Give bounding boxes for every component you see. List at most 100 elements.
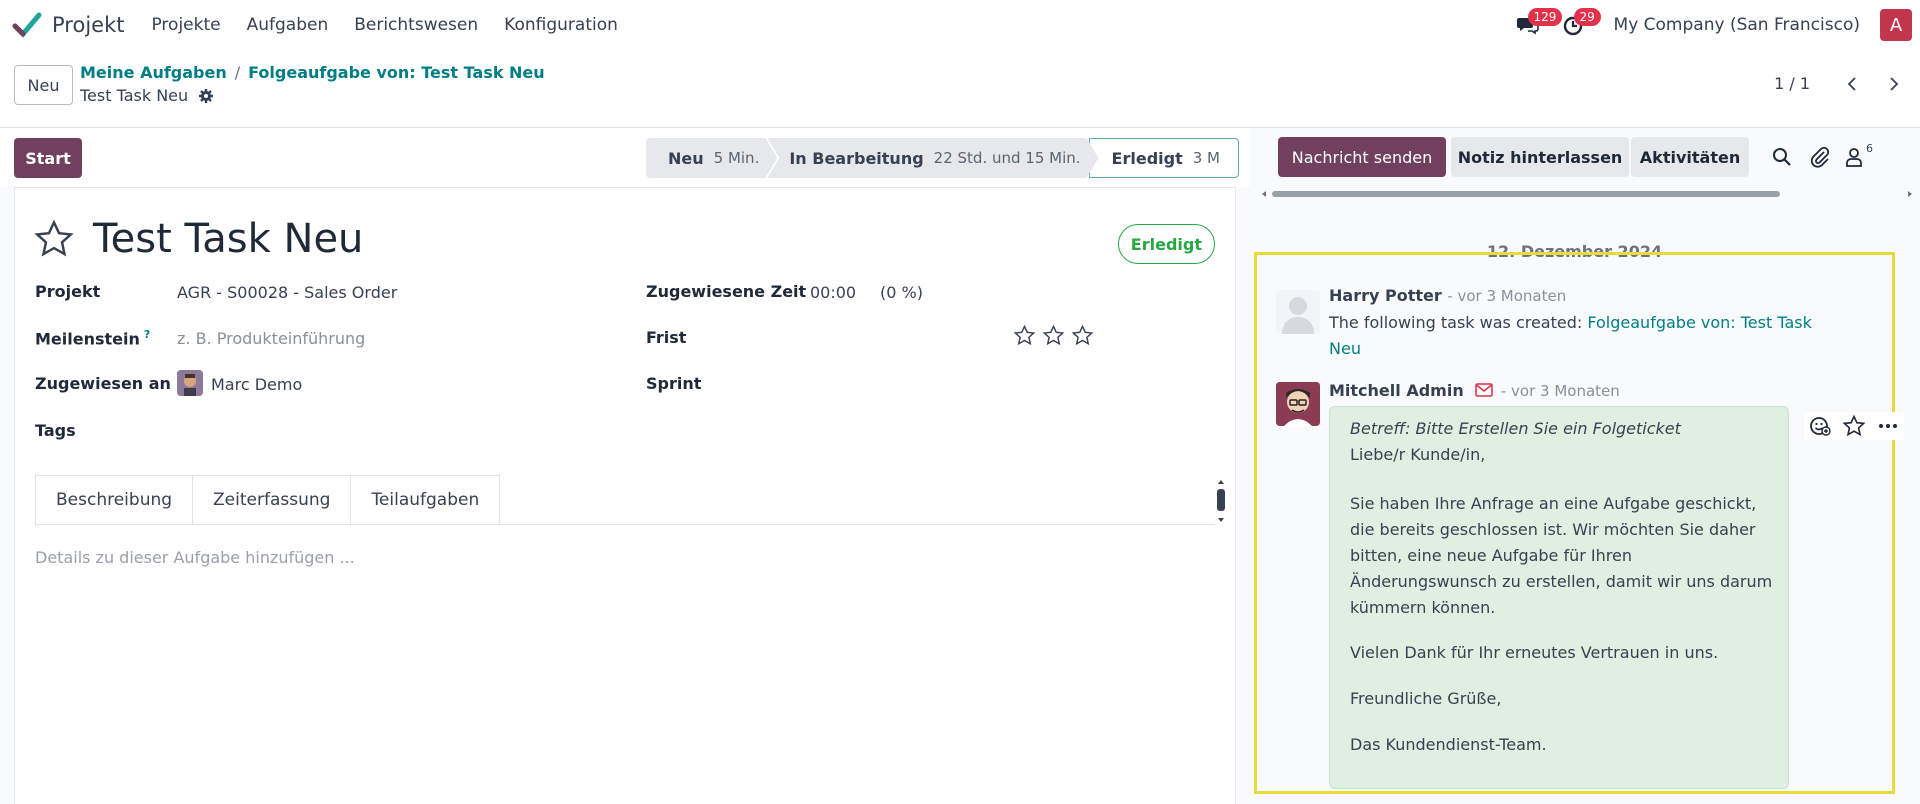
- search-icon[interactable]: [1770, 145, 1794, 169]
- message-text: The following task was created:: [1329, 313, 1583, 332]
- form-statusbar: Start Neu 5 Min. In Bearbeitung 22 Std. …: [0, 128, 1250, 186]
- tab-teilaufgaben[interactable]: Teilaufgaben: [351, 475, 501, 525]
- deadline-label: Frist: [646, 328, 687, 347]
- breadcrumb-separator: /: [234, 63, 241, 82]
- message-author[interactable]: Mitchell Admin - vor 3 Monaten: [1329, 381, 1620, 400]
- stage-erledigt[interactable]: Erledigt 3 M: [1088, 138, 1239, 178]
- priority-star-icon[interactable]: [1071, 324, 1094, 347]
- company-switcher[interactable]: My Company (San Francisco): [1614, 15, 1860, 35]
- notebook-tabs: Beschreibung Zeiterfassung Teilaufgaben: [35, 475, 501, 525]
- user-avatar[interactable]: A: [1880, 9, 1912, 41]
- menu-projekte[interactable]: Projekte: [151, 15, 220, 35]
- priority-widget: [1013, 324, 1094, 347]
- harry-potter-avatar[interactable]: [1276, 290, 1320, 334]
- email-signature: Das Kundendienst-Team.: [1350, 735, 1547, 754]
- menu-berichtswesen[interactable]: Berichtswesen: [354, 15, 478, 35]
- favorite-star-icon[interactable]: [33, 218, 75, 260]
- project-label: Projekt: [35, 282, 101, 301]
- app-logo-icon: [12, 12, 42, 38]
- author-name: Mitchell Admin: [1329, 381, 1464, 400]
- breadcrumb: Meine Aufgaben / Folgeaufgabe von: Test Ta…: [80, 63, 545, 82]
- chatter-topbar: Nachricht senden Notiz hinterlassen Akti…: [1254, 128, 1920, 198]
- task-title[interactable]: Test Task Neu: [93, 216, 363, 262]
- pager-value[interactable]: 1 / 1: [1774, 74, 1810, 93]
- message-date: - vor 3 Monaten: [1500, 382, 1620, 400]
- description-editor[interactable]: Details zu dieser Aufgabe hinzufügen ...: [35, 548, 355, 567]
- activities-button[interactable]: Aktivitäten: [1631, 137, 1749, 177]
- followers-icon[interactable]: [1842, 145, 1866, 169]
- stage-duration: 5 Min.: [713, 149, 760, 167]
- star-icon[interactable]: [1842, 414, 1866, 438]
- assignee-field[interactable]: Marc Demo: [211, 375, 302, 394]
- project-field[interactable]: AGR - S00028 - Sales Order: [177, 283, 397, 302]
- tab-beschreibung[interactable]: Beschreibung: [35, 475, 194, 525]
- start-button[interactable]: Start: [14, 138, 82, 178]
- allocated-time-label: Zugewiesene Zeit: [646, 282, 807, 301]
- activities-badge: 29: [1573, 8, 1601, 26]
- tab-zeiterfassung[interactable]: Zeiterfassung: [193, 475, 352, 525]
- pager-previous-button[interactable]: [1840, 70, 1864, 98]
- menu-aufgaben[interactable]: Aufgaben: [247, 15, 329, 35]
- priority-star-icon[interactable]: [1042, 324, 1065, 347]
- send-message-button[interactable]: Nachricht senden: [1278, 137, 1446, 177]
- top-navbar: Projekt Projekte Aufgaben Berichtswesen …: [0, 0, 1920, 50]
- stage-name: Neu: [668, 148, 704, 168]
- email-closing: Freundliche Grüße,: [1350, 689, 1502, 708]
- vertical-scrollbar[interactable]: [1215, 478, 1227, 524]
- email-subject: Betreff: Bitte Erstellen Sie ein Folgeti…: [1350, 419, 1681, 438]
- assigned-label: Zugewiesen an: [35, 374, 171, 393]
- more-actions-icon[interactable]: [1876, 414, 1900, 438]
- app-brand[interactable]: Projekt: [12, 10, 138, 40]
- horizontal-scrollbar-thumb[interactable]: [1272, 191, 1780, 197]
- stage-duration: 22 Std. und 15 Min.: [933, 149, 1081, 167]
- mitchell-admin-avatar[interactable]: [1276, 382, 1320, 426]
- chevron-right-icon: [1890, 77, 1899, 91]
- email-body: Sie haben Ihre Anfrage an eine Aufgabe g…: [1350, 494, 1773, 617]
- stage-in-bearbeitung[interactable]: In Bearbeitung 22 Std. und 15 Min.: [767, 138, 1098, 178]
- priority-star-icon[interactable]: [1013, 324, 1036, 347]
- add-reaction-icon[interactable]: [1808, 414, 1832, 438]
- activity-menu[interactable]: 29: [1554, 0, 1601, 50]
- app-name: Projekt: [52, 13, 125, 37]
- message-author[interactable]: Harry Potter - vor 3 Monaten: [1329, 286, 1566, 305]
- stage-name: Erledigt: [1111, 148, 1183, 168]
- control-panel: Neu Meine Aufgaben / Folgeaufgabe von: Tes…: [0, 50, 1920, 128]
- gear-icon[interactable]: [198, 88, 214, 104]
- breadcrumb-current: Test Task Neu: [80, 86, 214, 105]
- log-note-button[interactable]: Notiz hinterlassen: [1451, 137, 1629, 177]
- allocated-time-field[interactable]: 00:00: [810, 283, 856, 302]
- milestone-label-text: Meilenstein: [35, 329, 140, 349]
- author-name: Harry Potter: [1329, 286, 1442, 305]
- email-message-bubble: Betreff: Bitte Erstellen Sie ein Folgeti…: [1329, 406, 1789, 789]
- milestone-field[interactable]: z. B. Produkteinführung: [177, 329, 365, 348]
- current-record-name: Test Task Neu: [80, 86, 189, 105]
- email-greeting: Liebe/r Kunde/in,: [1350, 445, 1486, 464]
- paperclip-icon[interactable]: [1808, 145, 1832, 169]
- message-date: - vor 3 Monaten: [1447, 287, 1567, 305]
- new-button[interactable]: Neu: [14, 65, 73, 105]
- followers-count: 6: [1866, 142, 1873, 155]
- message-body: The following task was created: Folgeauf…: [1329, 310, 1829, 362]
- stage-pipeline: Neu 5 Min. In Bearbeitung 22 Std. und 15…: [646, 138, 1239, 178]
- pager-next-button[interactable]: [1882, 70, 1906, 98]
- stage-neu[interactable]: Neu 5 Min.: [646, 138, 777, 178]
- chevron-left-icon: [1847, 77, 1856, 91]
- email-thanks: Vielen Dank für Ihr erneutes Vertrauen i…: [1350, 643, 1719, 662]
- menu-konfiguration[interactable]: Konfiguration: [504, 15, 618, 35]
- stage-duration: 3 M: [1192, 149, 1220, 167]
- assignee-avatar: [177, 370, 203, 396]
- task-state-badge[interactable]: Erledigt: [1117, 224, 1215, 264]
- form-sheet: Test Task Neu Erledigt Projekt AGR - S00…: [14, 187, 1236, 804]
- breadcrumb-parent-task[interactable]: Folgeaufgabe von: Test Task Neu: [248, 63, 545, 82]
- envelope-icon: [1475, 383, 1494, 397]
- milestone-label: Meilenstein?: [35, 328, 150, 348]
- message-actions: [1804, 412, 1904, 440]
- tabs-divider: [35, 524, 1215, 525]
- sprint-label: Sprint: [646, 374, 702, 393]
- stage-name: In Bearbeitung: [789, 148, 924, 168]
- messaging-menu[interactable]: 129: [1508, 0, 1563, 50]
- milestone-help-icon[interactable]: ?: [144, 328, 150, 341]
- breadcrumb-meine-aufgaben[interactable]: Meine Aufgaben: [80, 63, 227, 82]
- tags-label: Tags: [35, 421, 76, 440]
- allocated-percent: (0 %): [880, 283, 923, 302]
